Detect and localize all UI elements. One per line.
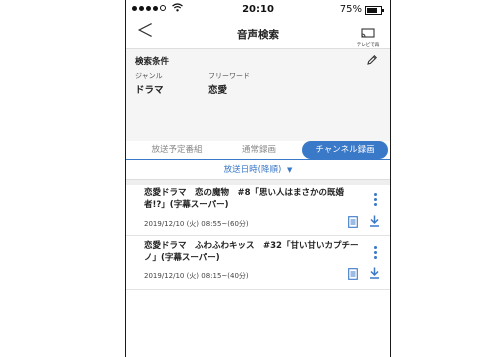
- phone-screen: 20:10 75% ＜ 音声検索 テレビで再生 検索条件 ジャンル ドラマ フリ…: [125, 0, 391, 357]
- battery-percent: 75%: [339, 4, 362, 15]
- tab-normal-recording[interactable]: 通常録画: [224, 141, 294, 159]
- sort-dropdown-arrow-icon: ▼: [286, 166, 293, 174]
- battery-icon: [365, 6, 384, 15]
- conditions-heading: 検索条件: [135, 57, 170, 67]
- nav-bar: ＜ 音声検索 テレビで再生: [126, 20, 390, 55]
- list-item[interactable]: 恋愛ドラマ ふわふわキッス #32「甘い甘いカプチーノ」(字幕スーパー) 201…: [126, 238, 390, 288]
- sort-selector[interactable]: 放送日時(降順) ▼: [126, 163, 390, 175]
- details-document-icon[interactable]: [348, 268, 358, 280]
- tab-bar: 放送予定番組 通常録画 チャンネル録画: [126, 141, 390, 159]
- program-title: 恋愛ドラマ 恋の魔物 #8「思い人はまさかの既婚者!?」(字幕スーパー): [144, 188, 345, 210]
- edit-pencil-icon[interactable]: [366, 54, 378, 66]
- freeword-value: 恋愛: [208, 85, 228, 96]
- page-title: 音声検索: [237, 29, 279, 41]
- sort-label: 放送日時(降順): [223, 165, 282, 175]
- list-divider: [126, 235, 390, 236]
- more-options-icon[interactable]: [374, 193, 378, 208]
- more-options-icon[interactable]: [374, 246, 378, 261]
- cast-icon: [361, 28, 375, 38]
- list-item[interactable]: 恋愛ドラマ 恋の魔物 #8「思い人はまさかの既婚者!?」(字幕スーパー) 201…: [126, 185, 390, 235]
- genre-value: ドラマ: [135, 85, 164, 96]
- download-icon[interactable]: [369, 267, 380, 279]
- tab-scheduled-programs[interactable]: 放送予定番組: [136, 141, 218, 159]
- program-datetime: 2019/12/10 (火) 08:15~(40分): [144, 272, 249, 280]
- list-divider: [126, 289, 390, 290]
- tab-underline: [126, 159, 390, 160]
- genre-label: ジャンル: [135, 72, 163, 80]
- program-datetime: 2019/12/10 (火) 08:55~(60分): [144, 220, 249, 228]
- freeword-label: フリーワード: [208, 72, 250, 80]
- program-title: 恋愛ドラマ ふわふわキッス #32「甘い甘いカプチーノ」(字幕スーパー): [144, 241, 359, 263]
- search-conditions-panel: 検索条件 ジャンル ドラマ フリーワード 恋愛: [126, 48, 390, 141]
- tab-channel-recording[interactable]: チャンネル録画: [302, 141, 388, 159]
- status-bar: 20:10 75%: [126, 0, 390, 20]
- details-document-icon[interactable]: [348, 216, 358, 228]
- download-icon[interactable]: [369, 215, 380, 227]
